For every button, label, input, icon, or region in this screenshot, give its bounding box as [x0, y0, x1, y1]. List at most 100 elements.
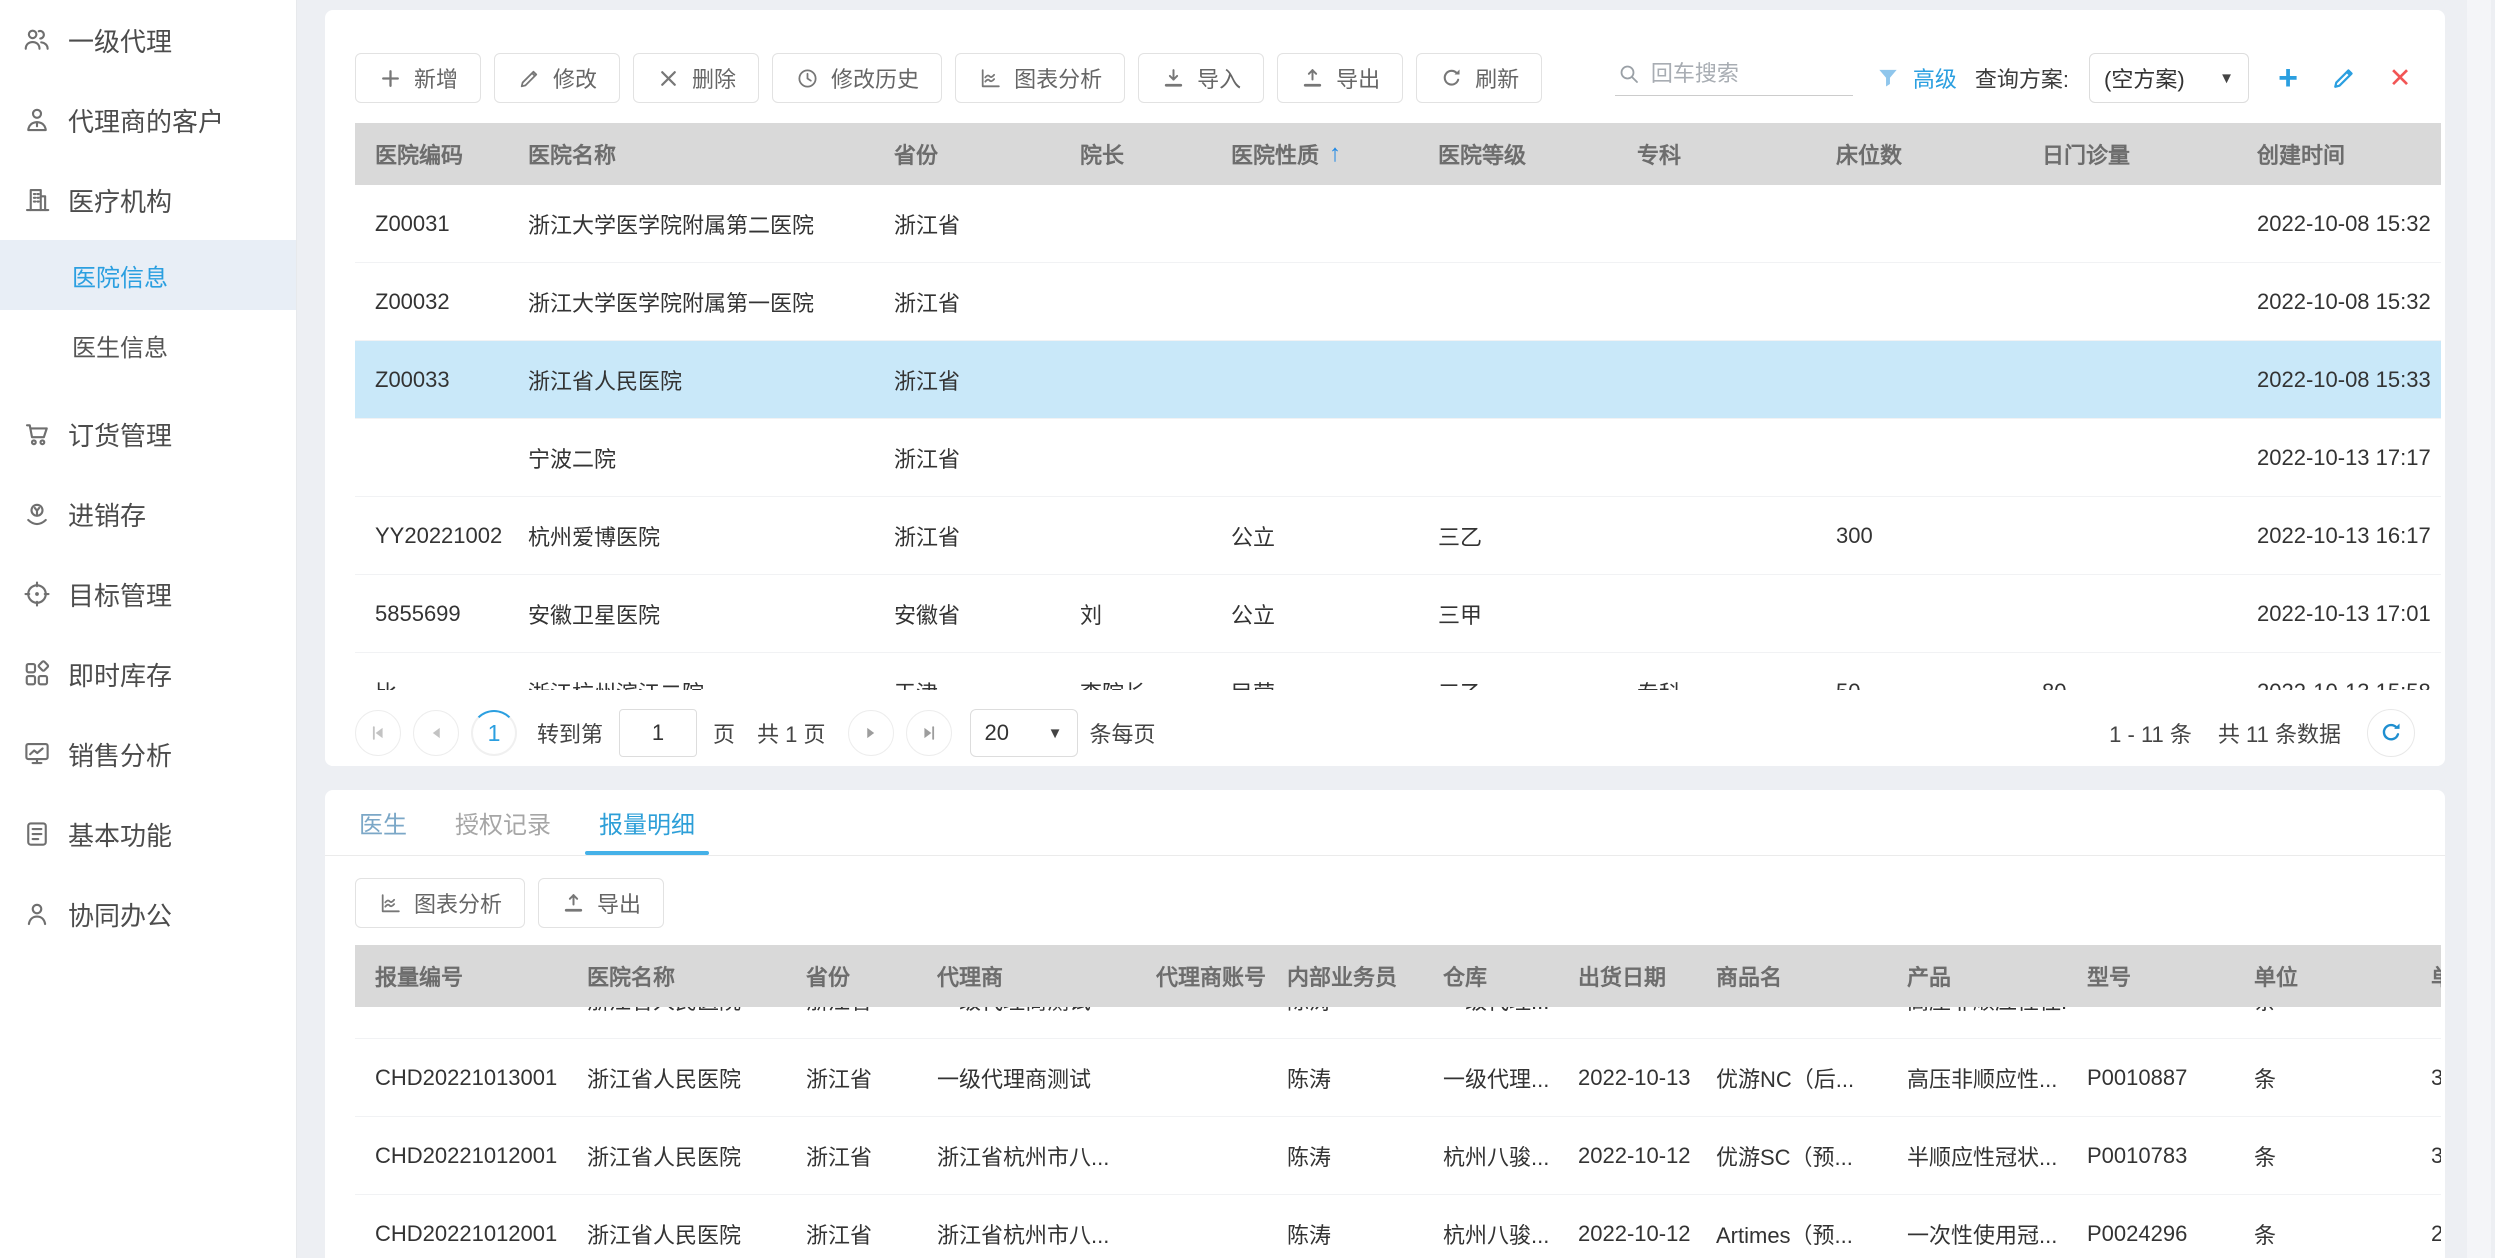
column-header[interactable]: 省份: [786, 960, 917, 992]
sidebar-item-label: 医院信息: [72, 264, 168, 292]
first-page-button[interactable]: [355, 710, 401, 756]
search-input[interactable]: [1650, 60, 1831, 87]
advanced-filter-area: 高级 查询方案: (空方案) ▼ + ✕: [1875, 53, 2417, 103]
column-header[interactable]: 医院等级: [1418, 138, 1617, 170]
column-header[interactable]: 日门诊量: [2022, 138, 2237, 170]
sidebar-item-basic-functions[interactable]: 基本功能: [0, 794, 296, 874]
table-cell: 刘: [1080, 602, 1103, 628]
agents-icon: [24, 29, 49, 50]
table-cell: YY20221002: [375, 522, 503, 548]
tab-doctor[interactable]: 医生: [359, 790, 407, 855]
sidebar-item-doctor-info[interactable]: 医生信息: [0, 310, 296, 380]
table-row[interactable]: CHD20221013001浙江省人民医院浙江省一级代理商测试陈涛一级代理...…: [355, 1007, 2441, 1039]
column-header[interactable]: 出货日期: [1558, 960, 1696, 992]
table-row[interactable]: 比浙江杭州滨江二院天津李院长民营三乙专科50802022-10-13 15:58: [355, 653, 2441, 690]
page-scrollbar[interactable]: [2467, 0, 2491, 1258]
next-page-button[interactable]: [847, 710, 894, 756]
table-row[interactable]: CHD20221012001 浙江省人民医院 浙江省 浙江省杭州市八... 陈涛 杭州八骏…: [355, 1117, 2441, 1195]
table-cell: 陈涛: [1287, 1066, 1332, 1092]
column-header[interactable]: 院长: [1060, 138, 1211, 170]
table-cell: 一级代理商测试: [917, 1007, 1136, 1016]
sidebar-item-hospital-info[interactable]: 医院信息: [0, 240, 296, 310]
table-cell: 比: [355, 676, 508, 691]
basic-functions-icon: [27, 822, 47, 846]
prev-page-button[interactable]: [413, 710, 459, 756]
query-scheme-select[interactable]: (空方案) ▼: [2089, 53, 2249, 103]
sidebar-item-order-management[interactable]: 订货管理: [0, 394, 296, 474]
table-cell: 2022-10-12: [1578, 1220, 1691, 1246]
sidebar-item-label: 目标管理: [68, 580, 173, 611]
page-size-select[interactable]: 20 ▼: [969, 709, 1078, 757]
table-cell: 宁波二院: [528, 446, 617, 472]
chart-analysis-button[interactable]: 图表分析: [955, 53, 1126, 103]
current-page-indicator[interactable]: 1: [471, 710, 517, 756]
detail-chart-analysis-button[interactable]: 图表分析: [355, 878, 526, 928]
column-header[interactable]: 创建时间: [2237, 138, 2441, 170]
table-row[interactable]: Z00033 浙江省人民医院 浙江省 2022-10-08 15:33: [355, 341, 2441, 419]
column-header-label: 型号: [2087, 965, 2132, 990]
delete-button[interactable]: 删除: [633, 53, 760, 103]
detail-tabs: 医生 授权记录 报量明细: [325, 790, 2445, 856]
sidebar-item-medical-org[interactable]: 医疗机构: [0, 160, 296, 240]
edit-scheme-button[interactable]: [2327, 61, 2361, 95]
table-cell: 2022-10-08 15:32: [2257, 288, 2431, 314]
filter-icon[interactable]: [1875, 65, 1901, 91]
column-header[interactable]: 报量编号: [355, 960, 567, 992]
tab-authorization-records[interactable]: 授权记录: [455, 790, 551, 855]
sidebar-item-label: 医生信息: [72, 334, 168, 362]
chevron-down-icon: ▼: [1047, 724, 1063, 742]
reload-data-button[interactable]: [2367, 709, 2415, 757]
column-header[interactable]: 内部业务员: [1267, 960, 1423, 992]
column-header[interactable]: 医院名称: [567, 960, 786, 992]
column-header-label: 商品名: [1716, 965, 1783, 990]
import-button[interactable]: 导入: [1138, 53, 1265, 103]
page-number-input[interactable]: [619, 709, 698, 757]
edit-history-button[interactable]: 修改历史: [772, 53, 943, 103]
table-row[interactable]: YY20221002 杭州爱博医院 浙江省 公立 三乙 300 2022-10-13 16:…: [355, 497, 2441, 575]
column-header[interactable]: 床位数: [1816, 138, 2022, 170]
column-header[interactable]: 医院名称: [508, 138, 874, 170]
table-cell: 浙江省: [806, 1222, 873, 1248]
column-header[interactable]: 单: [2411, 960, 2441, 992]
table-row[interactable]: CHD20221013001浙江省人民医院浙江省一级代理商测试陈涛一级代理...…: [355, 1039, 2441, 1117]
sidebar-item-target-management[interactable]: 目标管理: [0, 554, 296, 634]
table-row[interactable]: Z00031 浙江大学医学院附属第二医院 浙江省 2022-10-08 15:32: [355, 185, 2441, 263]
column-header[interactable]: 仓库: [1423, 960, 1558, 992]
column-header[interactable]: 商品名: [1696, 960, 1887, 992]
sidebar-item-agent-customers[interactable]: 代理商的客户: [0, 80, 296, 160]
table-row[interactable]: 5855699 安徽卫星医院 安徽省 刘 公立 三甲 2022-10-13 17:01: [355, 575, 2441, 653]
table-row[interactable]: Z00032 浙江大学医学院附属第一医院 浙江省 2022-10-08 15:32: [355, 263, 2441, 341]
column-header[interactable]: 产品: [1887, 960, 2067, 992]
column-header[interactable]: 单位: [2234, 960, 2411, 992]
chart-icon: [381, 893, 400, 912]
sidebar-item-sales-analysis[interactable]: 销售分析: [0, 714, 296, 794]
table-row[interactable]: 宁波二院 浙江省 2022-10-13 17:17: [355, 419, 2441, 497]
tab-volume-report-detail[interactable]: 报量明细: [585, 790, 709, 855]
export-button[interactable]: 导出: [1277, 53, 1404, 103]
table-row[interactable]: CHD20221012001 浙江省人民医院 浙江省 浙江省杭州市八... 陈涛 杭州八骏…: [355, 1195, 2441, 1257]
advanced-link[interactable]: 高级: [1913, 62, 1957, 94]
sidebar-item-purchase-sale-stock[interactable]: 进销存: [0, 474, 296, 554]
reload-icon: [2382, 723, 2400, 741]
detail-export-button[interactable]: 导出: [538, 878, 665, 928]
sidebar-item-level1-agents[interactable]: 一级代理: [0, 0, 296, 80]
add-scheme-button[interactable]: +: [2271, 61, 2305, 95]
column-header[interactable]: 医院性质 ↑: [1211, 138, 1418, 170]
column-header[interactable]: 医院编码: [355, 138, 508, 170]
sidebar-item-collaborative-office[interactable]: 协同办公: [0, 874, 296, 954]
table-cell: 浙江省人民医院: [528, 368, 683, 394]
add-button[interactable]: 新增: [355, 53, 482, 103]
column-header[interactable]: 专科: [1617, 138, 1816, 170]
column-header[interactable]: 省份: [874, 138, 1060, 170]
edit-button[interactable]: 修改: [494, 53, 621, 103]
column-header[interactable]: 型号: [2067, 960, 2234, 992]
total-count-text: 共 11 条数据: [2217, 722, 2341, 747]
pagination-bar: 1 转到第 页 共 1 页 20 ▼ 条每页 1 - 11 条 共 11 条数据: [325, 700, 2445, 766]
sidebar-item-realtime-stock[interactable]: 即时库存: [0, 634, 296, 714]
refresh-button[interactable]: 刷新: [1416, 53, 1543, 103]
last-page-button[interactable]: [905, 710, 952, 756]
delete-scheme-button[interactable]: ✕: [2383, 61, 2417, 95]
column-header[interactable]: 代理商账号: [1136, 960, 1267, 992]
column-header[interactable]: 代理商: [917, 960, 1136, 992]
pagination-summary: 1 - 11 条 共 11 条数据: [2109, 709, 2415, 757]
